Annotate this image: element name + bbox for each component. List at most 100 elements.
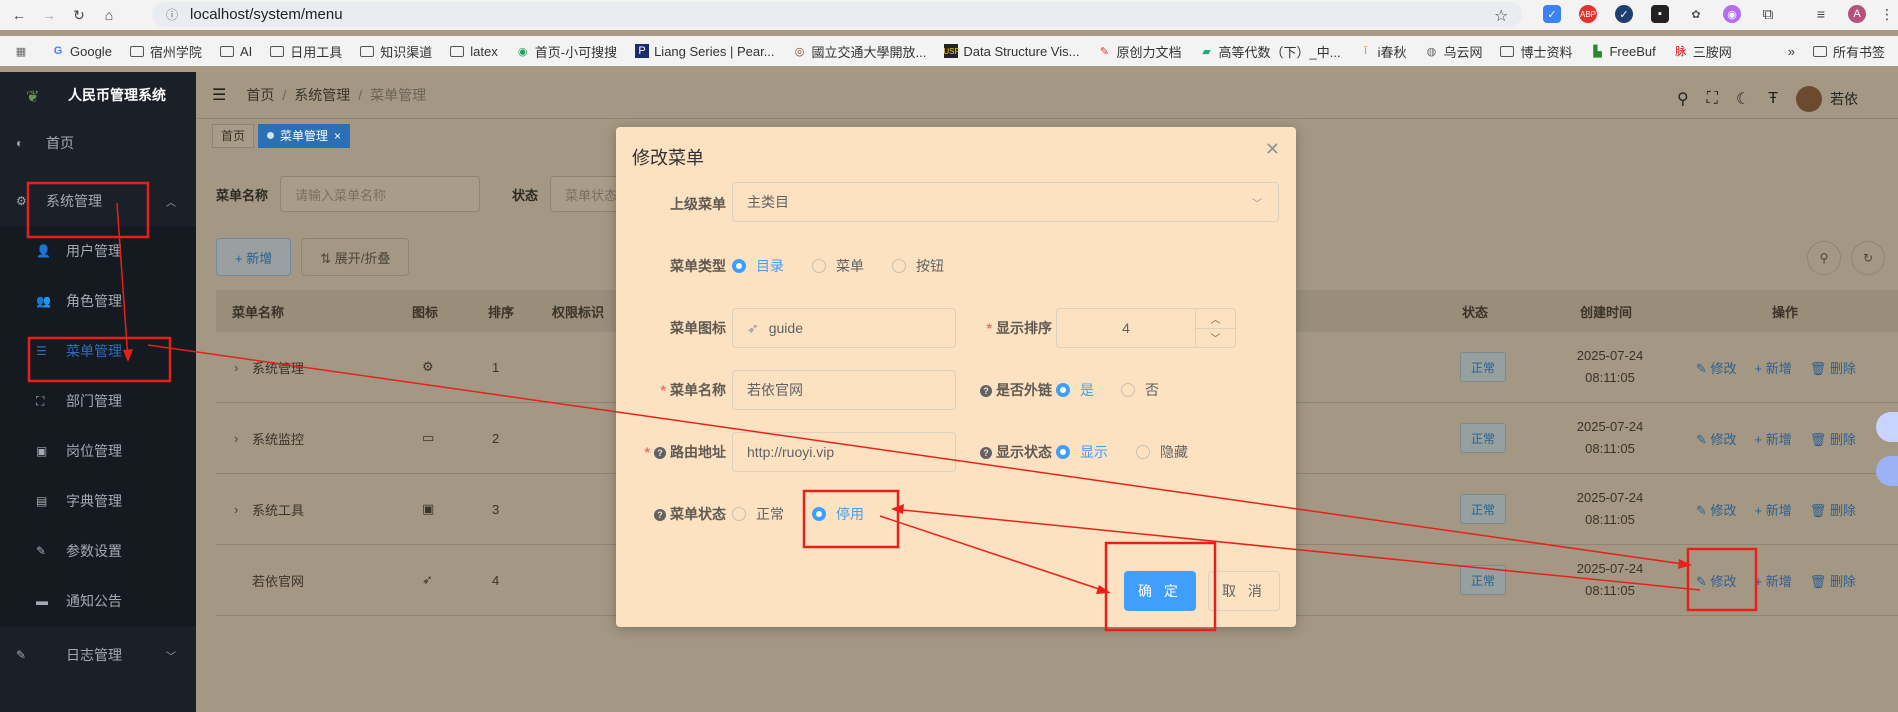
sidebar-item-log[interactable]: ✎ 日志管理 ﹀	[0, 630, 196, 680]
delete-link[interactable]: 🗑 删除	[1810, 571, 1856, 590]
menu-name-field[interactable]: 若依官网	[732, 370, 956, 410]
bookmark-folder[interactable]: 日用工具	[270, 42, 342, 61]
expand-chevron-icon[interactable]: ›	[234, 502, 238, 517]
extensions-puzzle-icon[interactable]: ⧉	[1759, 5, 1777, 23]
add-link[interactable]: + 新增	[1755, 571, 1792, 590]
menu-kebab-icon[interactable]: ⋮	[1878, 5, 1896, 23]
close-icon[interactable]: ✕	[1265, 139, 1280, 160]
site-info-icon[interactable]: ⓘ	[166, 6, 178, 23]
address-bar[interactable]: ⓘ localhost/system/menu	[152, 2, 1522, 27]
bookmark-link[interactable]: ✎ 原创力文档	[1097, 42, 1182, 61]
sidebar-item-notice[interactable]: ▬ 通知公告	[0, 576, 196, 626]
bookmark-link[interactable]: ▙ FreeBuf	[1590, 44, 1655, 59]
external-radio-no[interactable]: 否	[1121, 380, 1159, 400]
confirm-button[interactable]: 确 定	[1124, 571, 1196, 611]
hamburger-icon[interactable]: ☰	[212, 85, 226, 105]
bookmarks-overflow[interactable]: »	[1788, 44, 1795, 59]
sidebar-item-home[interactable]: ◐ 首页	[0, 118, 196, 168]
forward-icon[interactable]: →	[38, 4, 60, 26]
external-radio-yes[interactable]: 是	[1056, 380, 1094, 400]
sidebar-item-system[interactable]: ⚙ 系统管理 ︿	[0, 176, 196, 226]
sidebar-item-dict[interactable]: ▤ 字典管理	[0, 476, 196, 526]
bookmark-link[interactable]: ◍ 乌云网	[1424, 42, 1483, 61]
parent-menu-select[interactable]: 主类目 ﹀	[732, 182, 1279, 222]
type-radio-menu[interactable]: 菜单	[812, 256, 864, 276]
delete-link[interactable]: 🗑 删除	[1810, 500, 1856, 519]
bookmark-folder[interactable]: latex	[450, 44, 498, 59]
add-link[interactable]: + 新增	[1755, 429, 1792, 448]
type-radio-directory[interactable]: 目录	[732, 256, 784, 276]
expand-chevron-icon[interactable]: ›	[234, 360, 238, 375]
add-link[interactable]: + 新增	[1755, 500, 1792, 519]
extension-icon[interactable]: ◉	[1723, 5, 1741, 23]
profile-avatar[interactable]: A	[1848, 5, 1866, 23]
sidebar-item-posts[interactable]: ▣ 岗位管理	[0, 426, 196, 476]
tag-menu[interactable]: 菜单管理 ×	[258, 123, 351, 148]
expand-collapse-button[interactable]: ⇅ 展开/折叠	[301, 238, 410, 276]
sidebar-item-users[interactable]: 👤 用户管理	[0, 226, 196, 276]
add-button[interactable]: + 新增	[216, 238, 292, 276]
dark-mode-icon[interactable]: ☾	[1736, 89, 1750, 109]
translate-float-icon[interactable]	[1876, 412, 1898, 442]
close-icon[interactable]: ×	[334, 129, 341, 143]
status-radio-normal[interactable]: 正常	[732, 504, 784, 524]
search-toggle-icon[interactable]: ⚲	[1807, 241, 1841, 275]
menu-name-input[interactable]: 请输入菜单名称	[280, 176, 481, 212]
reload-icon[interactable]: ↻	[68, 4, 90, 26]
message-icon: ▬	[36, 594, 48, 608]
bookmark-link[interactable]: ǐ i春秋	[1359, 42, 1406, 61]
extension-icon[interactable]: ▪	[1651, 5, 1669, 23]
bookmark-google[interactable]: G Google	[51, 44, 112, 59]
edit-link[interactable]: ✎ 修改	[1696, 571, 1737, 590]
sidebar-item-roles[interactable]: 👥 角色管理	[0, 276, 196, 326]
bookmark-link[interactable]: 脉三胺网	[1674, 42, 1732, 61]
visible-radio-hide[interactable]: 隐藏	[1136, 442, 1188, 462]
avatar[interactable]	[1796, 86, 1822, 112]
increase-icon[interactable]: ︿	[1196, 309, 1235, 329]
bookmark-link[interactable]: ◉ 首页-小可搜搜	[516, 42, 617, 61]
assistant-float-icon[interactable]	[1876, 456, 1898, 486]
visible-radio-show[interactable]: 显示	[1056, 442, 1108, 462]
type-radio-button[interactable]: 按钮	[892, 256, 944, 276]
sidebar-item-depts[interactable]: ⛶ 部门管理	[0, 376, 196, 426]
bookmark-folder[interactable]: 宿州学院	[129, 42, 202, 61]
user-name[interactable]: 若依	[1830, 89, 1858, 109]
bookmark-star-icon[interactable]: ☆	[1494, 6, 1508, 26]
all-bookmarks[interactable]: 所有书签	[1812, 42, 1885, 61]
extension-icon[interactable]: ✓	[1615, 5, 1633, 23]
fullscreen-icon[interactable]: ⛶	[1707, 90, 1718, 108]
home-icon[interactable]: ⌂	[98, 4, 120, 26]
add-link[interactable]: + 新增	[1755, 358, 1792, 377]
extension-icon[interactable]: ✓	[1543, 5, 1561, 23]
sidebar-item-config[interactable]: ✎ 参数设置	[0, 526, 196, 576]
bookmark-link[interactable]: ▰ 高等代数（下）_中...	[1199, 42, 1340, 61]
apps-icon[interactable]: ▦	[14, 44, 33, 58]
bookmark-link[interactable]: ◎ 國立交通大學開放...	[793, 42, 927, 61]
bookmark-folder[interactable]: 博士资料	[1500, 42, 1572, 61]
menu-icon-input[interactable]: ➶ guide	[732, 308, 956, 348]
font-size-icon[interactable]: Ŧ	[1768, 90, 1778, 108]
decrease-icon[interactable]: ﹀	[1196, 329, 1235, 348]
expand-chevron-icon[interactable]: ›	[234, 431, 238, 446]
bookmark-folder[interactable]: AI	[219, 44, 252, 59]
extension-icon[interactable]: ✿	[1687, 5, 1705, 23]
route-path-input[interactable]: http://ruoyi.vip	[732, 432, 956, 472]
order-stepper[interactable]: 4 ︿ ﹀	[1056, 308, 1236, 348]
delete-link[interactable]: 🗑 删除	[1810, 429, 1856, 448]
bookmark-folder[interactable]: 知识渠道	[360, 42, 432, 61]
adblock-icon[interactable]: ABP	[1579, 5, 1597, 23]
reading-list-icon[interactable]: ≡	[1812, 5, 1830, 23]
bookmark-link[interactable]: USF Data Structure Vis...	[943, 44, 1079, 59]
delete-link[interactable]: 🗑 删除	[1810, 358, 1856, 377]
edit-link[interactable]: ✎ 修改	[1696, 500, 1737, 519]
status-radio-disabled[interactable]: 停用	[812, 504, 864, 524]
cancel-button[interactable]: 取 消	[1208, 571, 1280, 611]
back-icon[interactable]: ←	[8, 4, 30, 26]
edit-link[interactable]: ✎ 修改	[1696, 358, 1737, 377]
sidebar-item-menus[interactable]: ☰ 菜单管理	[0, 326, 196, 376]
search-icon[interactable]: ⚲	[1677, 89, 1689, 109]
edit-link[interactable]: ✎ 修改	[1696, 429, 1737, 448]
bookmark-link[interactable]: P Liang Series | Pear...	[635, 44, 775, 59]
tag-home[interactable]: 首页	[212, 123, 255, 148]
refresh-icon[interactable]: ↻	[1851, 241, 1885, 275]
